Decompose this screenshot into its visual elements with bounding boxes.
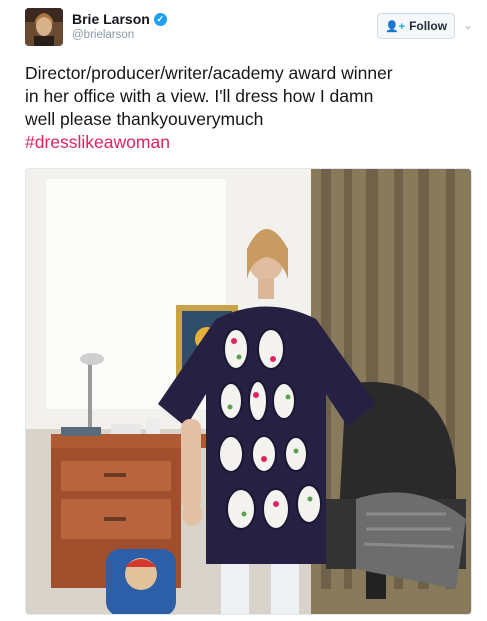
follow-button-label: Follow [409,19,448,33]
tweet-header: Brie Larson ✓ @brielarson 👤+ Follow ⌄ [25,8,475,48]
verified-badge-icon: ✓ [153,12,167,26]
tweet-text: Director/producer/writer/academy award w… [25,62,475,154]
hashtag-link[interactable]: #dresslikeawoman [25,132,170,152]
chevron-down-icon[interactable]: ⌄ [463,18,473,32]
tweet-body: Director/producer/writer/academy award w… [25,63,393,129]
avatar[interactable] [25,8,63,46]
display-name[interactable]: Brie Larson ✓ [72,11,167,27]
user-handle[interactable]: @brielarson [72,29,167,41]
tweet-photo[interactable] [25,168,472,615]
follow-button[interactable]: 👤+ Follow [377,13,455,39]
add-user-icon: 👤+ [384,20,406,33]
display-name-text[interactable]: Brie Larson [72,11,150,27]
